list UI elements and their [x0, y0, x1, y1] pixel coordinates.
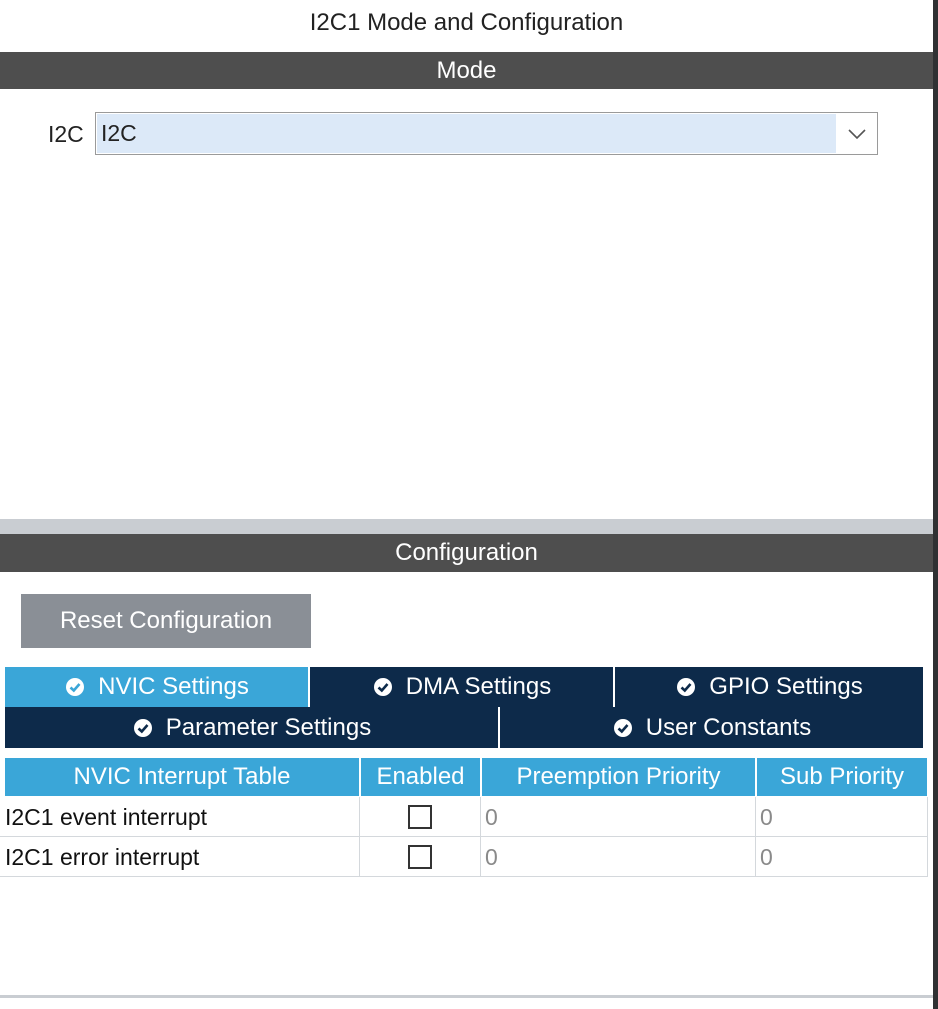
i2c-mode-selected-value: I2C [97, 114, 836, 153]
column-header-enabled[interactable]: Enabled [361, 758, 480, 796]
tab-nvic-settings[interactable]: NVIC Settings [5, 667, 310, 707]
i2c-mode-label: I2C [48, 121, 84, 147]
panel-splitter[interactable] [0, 519, 933, 534]
tab-label: Parameter Settings [165, 713, 372, 741]
tab-gpio-settings[interactable]: GPIO Settings [615, 667, 923, 707]
chevron-down-icon[interactable] [836, 114, 877, 153]
tab-label: GPIO Settings [709, 673, 863, 700]
i2c-mode-dropdown[interactable]: I2C [95, 112, 878, 155]
tab-user-constants[interactable]: User Constants [500, 707, 923, 748]
mode-header: Mode [0, 52, 933, 89]
enabled-cell [360, 797, 481, 837]
interrupt-name-cell: I2C1 event interrupt [0, 797, 360, 837]
window-border [933, 0, 938, 1009]
check-circle-icon [133, 718, 152, 737]
enabled-checkbox[interactable] [408, 844, 432, 869]
tab-label: User Constants [645, 713, 812, 741]
tab-dma-settings[interactable]: DMA Settings [310, 667, 615, 707]
window-title: I2C1 Mode and Configuration [0, 0, 933, 48]
enabled-cell [360, 837, 481, 877]
preemption-priority-cell[interactable]: 0 [481, 797, 756, 837]
preemption-priority-cell[interactable]: 0 [481, 837, 756, 877]
enabled-checkbox[interactable] [408, 804, 432, 829]
reset-configuration-button[interactable]: Reset Configuration [21, 594, 311, 648]
configuration-header: Configuration [0, 534, 933, 572]
tab-parameter-settings[interactable]: Parameter Settings [5, 707, 500, 748]
column-header-preemption-priority[interactable]: Preemption Priority [482, 758, 755, 796]
check-circle-icon [677, 678, 696, 696]
check-circle-icon [613, 718, 632, 737]
check-circle-icon [373, 678, 392, 696]
sub-priority-cell[interactable]: 0 [756, 797, 928, 837]
check-circle-icon [66, 678, 85, 696]
interrupt-name-cell: I2C1 error interrupt [0, 837, 360, 877]
column-header-interrupt[interactable]: NVIC Interrupt Table [5, 758, 359, 796]
column-header-sub-priority[interactable]: Sub Priority [757, 758, 927, 796]
sub-priority-cell[interactable]: 0 [756, 837, 928, 877]
tab-label: NVIC Settings [98, 673, 249, 700]
tab-label: DMA Settings [405, 673, 552, 700]
